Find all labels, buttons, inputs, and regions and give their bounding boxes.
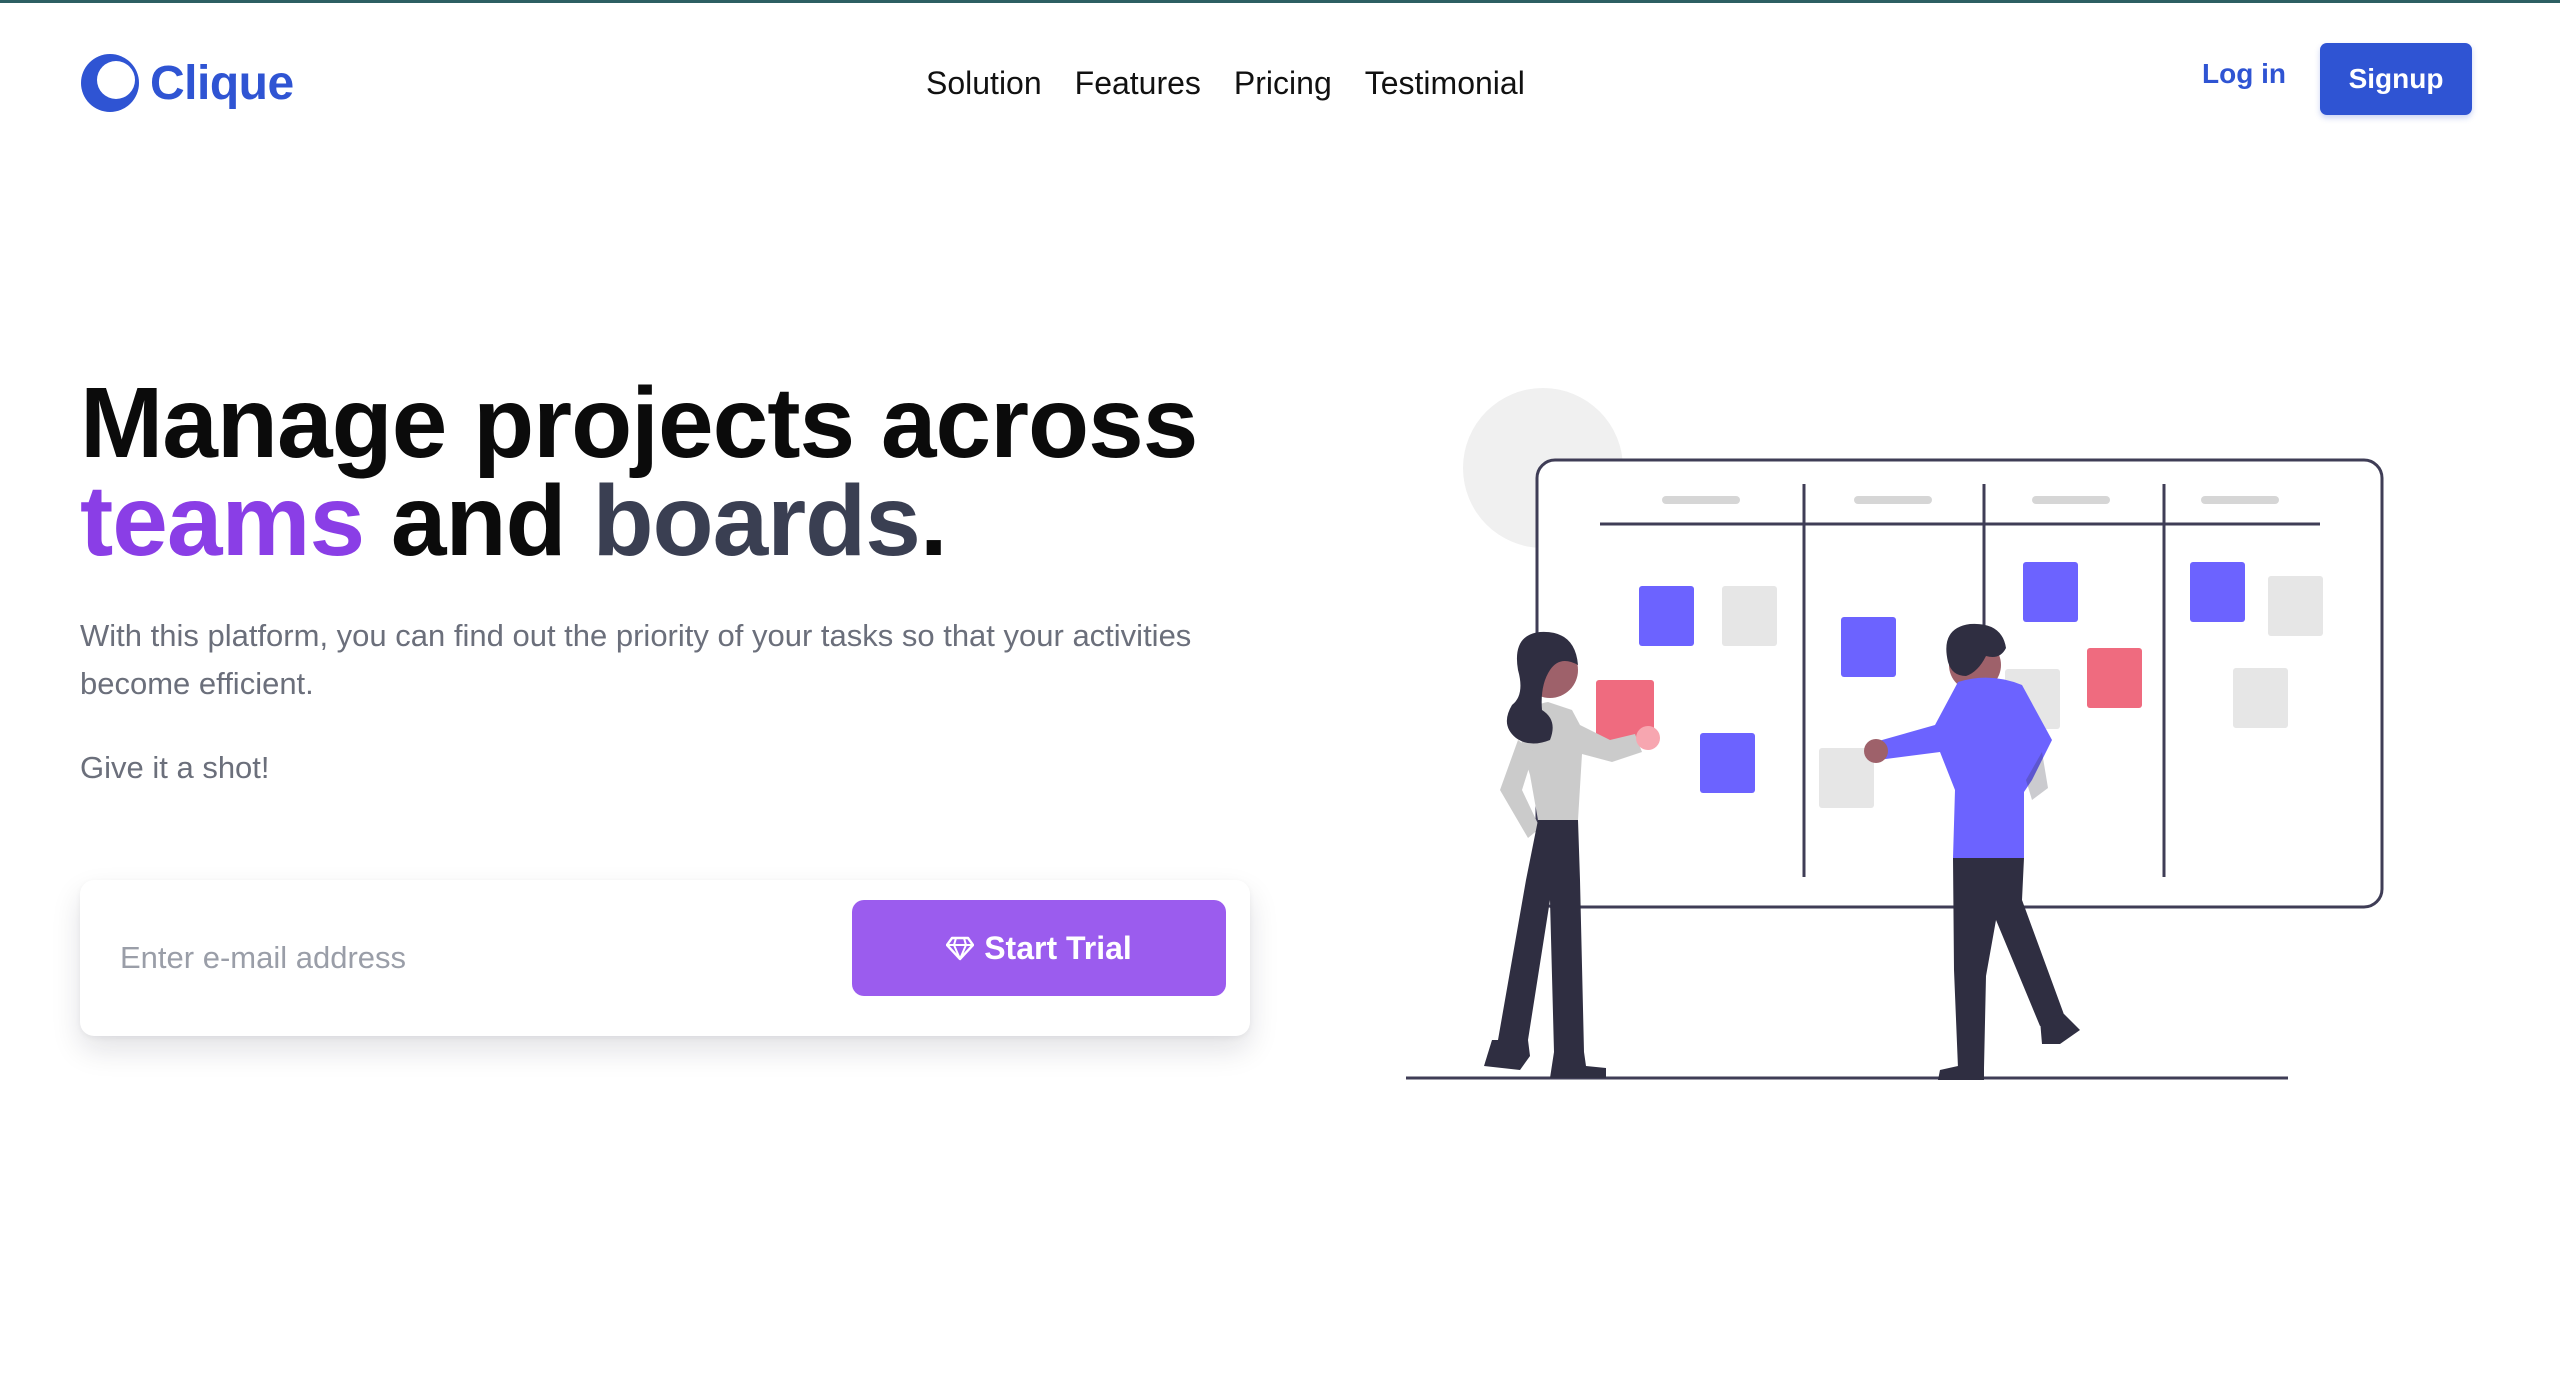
task-card — [2023, 562, 2078, 622]
hero-headline: Manage projects across teams and boards. — [80, 367, 1198, 571]
start-trial-label: Start Trial — [984, 929, 1132, 966]
crescent-logo-icon — [81, 54, 139, 112]
task-card — [2087, 648, 2142, 708]
nav-item-features[interactable]: Features — [1075, 65, 1201, 102]
email-signup-form: Start Trial — [80, 880, 1250, 1036]
signup-button[interactable]: Signup — [2320, 43, 2472, 115]
headline-line-2: teams and boards. — [80, 471, 1197, 571]
brand-logo[interactable]: Clique — [80, 48, 294, 118]
nav-item-testimonial[interactable]: Testimonial — [1365, 65, 1525, 102]
task-card — [1639, 586, 1694, 646]
top-accent-line — [0, 0, 2560, 3]
headline-period: . — [919, 465, 948, 577]
hero-description: With this platform, you can find out the… — [80, 618, 1192, 701]
login-link[interactable]: Log in — [2202, 58, 2286, 90]
headline-line-1: Manage projects across — [80, 367, 1198, 479]
headline-word-and: and — [390, 465, 567, 577]
task-card — [1841, 617, 1896, 677]
start-trial-button[interactable]: Start Trial — [852, 900, 1226, 996]
nav-item-solution[interactable]: Solution — [926, 65, 1042, 102]
task-card — [2233, 668, 2288, 728]
headline-word-boards: boards — [592, 465, 920, 577]
diamond-icon — [946, 936, 975, 961]
task-card — [2190, 562, 2245, 622]
task-card — [1722, 586, 1777, 646]
brand-name: Clique — [150, 56, 294, 110]
headline-word-teams: teams — [80, 465, 365, 577]
task-card — [1700, 733, 1755, 793]
nav-item-pricing[interactable]: Pricing — [1234, 65, 1332, 102]
kanban-board-illustration — [1406, 388, 2384, 1080]
hero-cta-text: Give it a shot! — [80, 750, 270, 785]
email-input[interactable] — [120, 926, 840, 990]
task-card — [2268, 576, 2323, 636]
main-nav: Solution Features Pricing Testimonial — [926, 60, 1525, 106]
